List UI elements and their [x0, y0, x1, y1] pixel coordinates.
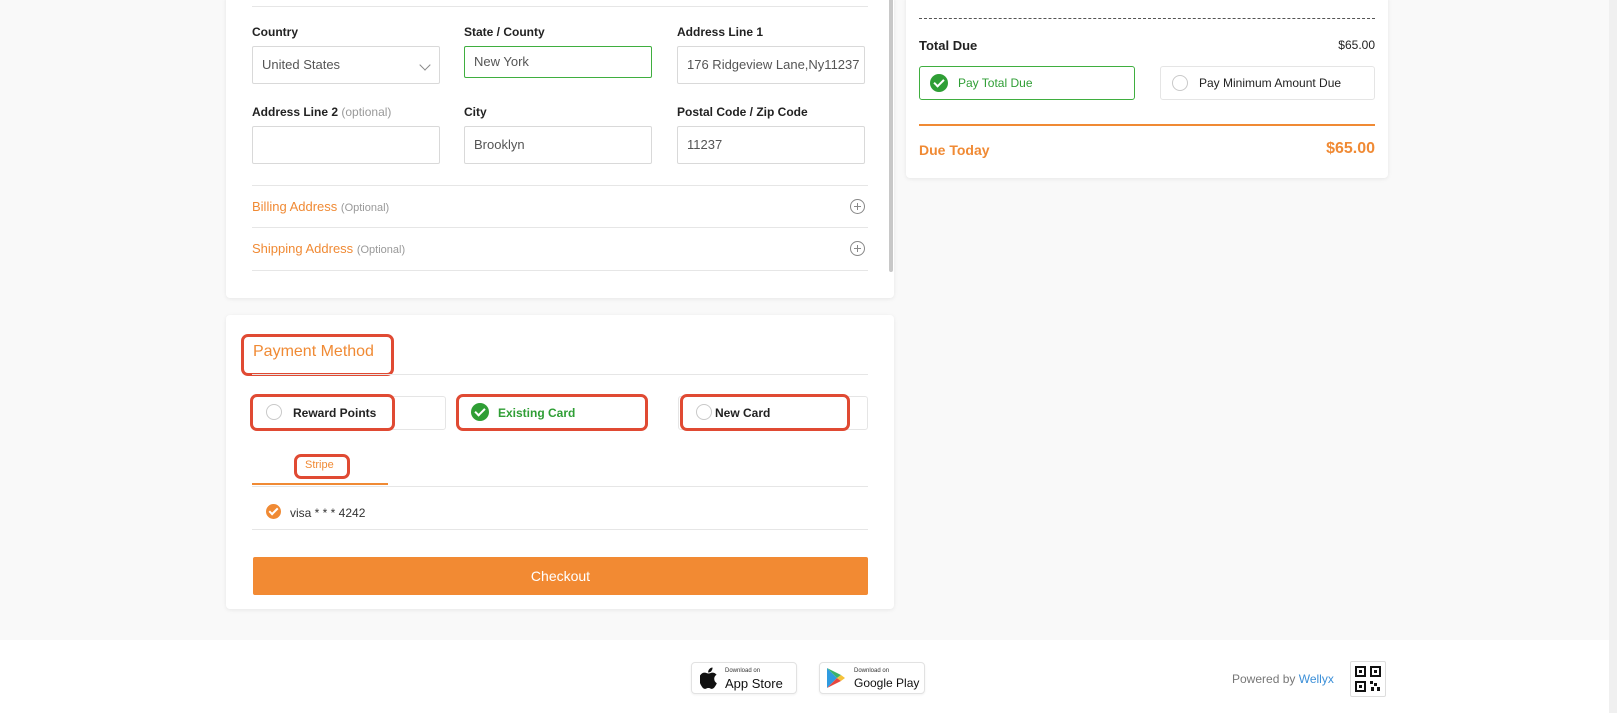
shipping-address-title: Shipping Address [252, 241, 354, 256]
powered-by-label: Powered by [1232, 672, 1296, 686]
footer: Download on App Store Download on Google… [0, 640, 1617, 713]
state-label: State / County [464, 25, 545, 39]
city-value: Brooklyn [474, 137, 525, 152]
due-today-label: Due Today [919, 142, 990, 158]
total-due-value: $65.00 [1338, 38, 1375, 52]
divider [252, 374, 868, 375]
divider [252, 529, 868, 530]
address2-label-text: Address Line 2 [252, 105, 339, 119]
country-value: United States [262, 57, 341, 72]
address1-value: 176 Ridgeview Lane,Ny11237 [687, 57, 860, 72]
check-circle-icon[interactable] [266, 504, 281, 519]
address1-label: Address Line 1 [677, 25, 764, 39]
payment-method-title: Payment Method [253, 343, 374, 360]
stripe-tab[interactable]: Stripe [305, 459, 334, 471]
radio-icon[interactable] [1172, 75, 1188, 91]
summary-card: Total Due $65.00 Pay Total Due Pay Minim… [906, 0, 1388, 178]
radio-icon[interactable] [266, 404, 282, 420]
tab-underline [252, 483, 388, 485]
apple-icon [700, 667, 717, 689]
address1-input[interactable]: 176 Ridgeview Lane,Ny11237 [677, 46, 865, 84]
chevron-down-icon [419, 59, 431, 71]
app-store-badge[interactable]: Download on App Store [691, 662, 797, 694]
pay-minimum-label: Pay Minimum Amount Due [1199, 76, 1342, 90]
address2-label: Address Line 2 (optional) [252, 105, 391, 119]
google-play-big: Google Play [854, 676, 920, 690]
divider [252, 486, 868, 487]
scrollbar[interactable] [889, 0, 893, 272]
total-due-label: Total Due [919, 38, 978, 53]
postal-value: 11237 [687, 137, 723, 152]
city-label: City [464, 105, 487, 119]
checkout-button[interactable]: Checkout [253, 557, 868, 595]
billing-address-optional: (Optional) [340, 202, 390, 214]
city-input[interactable]: Brooklyn [464, 126, 652, 164]
postal-input[interactable]: 11237 [677, 126, 865, 164]
billing-address-toggle[interactable]: Billing Address (Optional) [252, 199, 389, 214]
google-play-badge[interactable]: Download on Google Play [819, 662, 925, 694]
reward-points-label: Reward Points [293, 406, 377, 420]
state-input[interactable]: New York [464, 46, 652, 78]
divider [252, 227, 868, 228]
payment-card: Payment Method Reward Points Existing Ca… [226, 315, 894, 609]
qr-code-icon[interactable] [1350, 661, 1386, 697]
divider [252, 185, 868, 186]
saved-card-label[interactable]: visa * * * 4242 [290, 506, 365, 520]
page-scrollbar[interactable] [1609, 0, 1617, 713]
check-circle-icon[interactable] [930, 74, 948, 92]
country-select[interactable]: United States [252, 46, 440, 84]
powered-by: Powered by Wellyx [1232, 672, 1334, 686]
billing-address-title: Billing Address [252, 199, 338, 214]
top-divider [252, 6, 868, 7]
address2-optional: (optional) [341, 105, 392, 119]
address2-input[interactable] [252, 126, 440, 164]
divider [252, 270, 868, 271]
plus-circle-icon[interactable] [850, 241, 865, 256]
due-today-divider [919, 124, 1375, 126]
due-today-value: $65.00 [1326, 140, 1375, 157]
check-circle-icon[interactable] [471, 403, 489, 421]
app-store-small: Download on [725, 668, 761, 674]
brand-link[interactable]: Wellyx [1299, 672, 1334, 686]
country-label: Country [252, 25, 298, 39]
pay-total-label: Pay Total Due [958, 76, 1033, 90]
google-play-small: Download on [854, 668, 890, 674]
dotted-divider [919, 18, 1375, 19]
shipping-address-toggle[interactable]: Shipping Address (Optional) [252, 241, 405, 256]
app-store-big: App Store [725, 676, 783, 691]
shipping-address-optional: (Optional) [356, 244, 406, 256]
existing-card-label: Existing Card [498, 406, 576, 420]
new-card-label: New Card [715, 406, 771, 420]
postal-label: Postal Code / Zip Code [677, 105, 808, 119]
address-card: Country United States State / County New… [226, 0, 894, 298]
radio-icon[interactable] [696, 404, 712, 420]
plus-circle-icon[interactable] [850, 199, 865, 214]
qr-glyph [1355, 666, 1381, 692]
state-value: New York [474, 54, 529, 69]
google-play-icon [827, 668, 845, 688]
